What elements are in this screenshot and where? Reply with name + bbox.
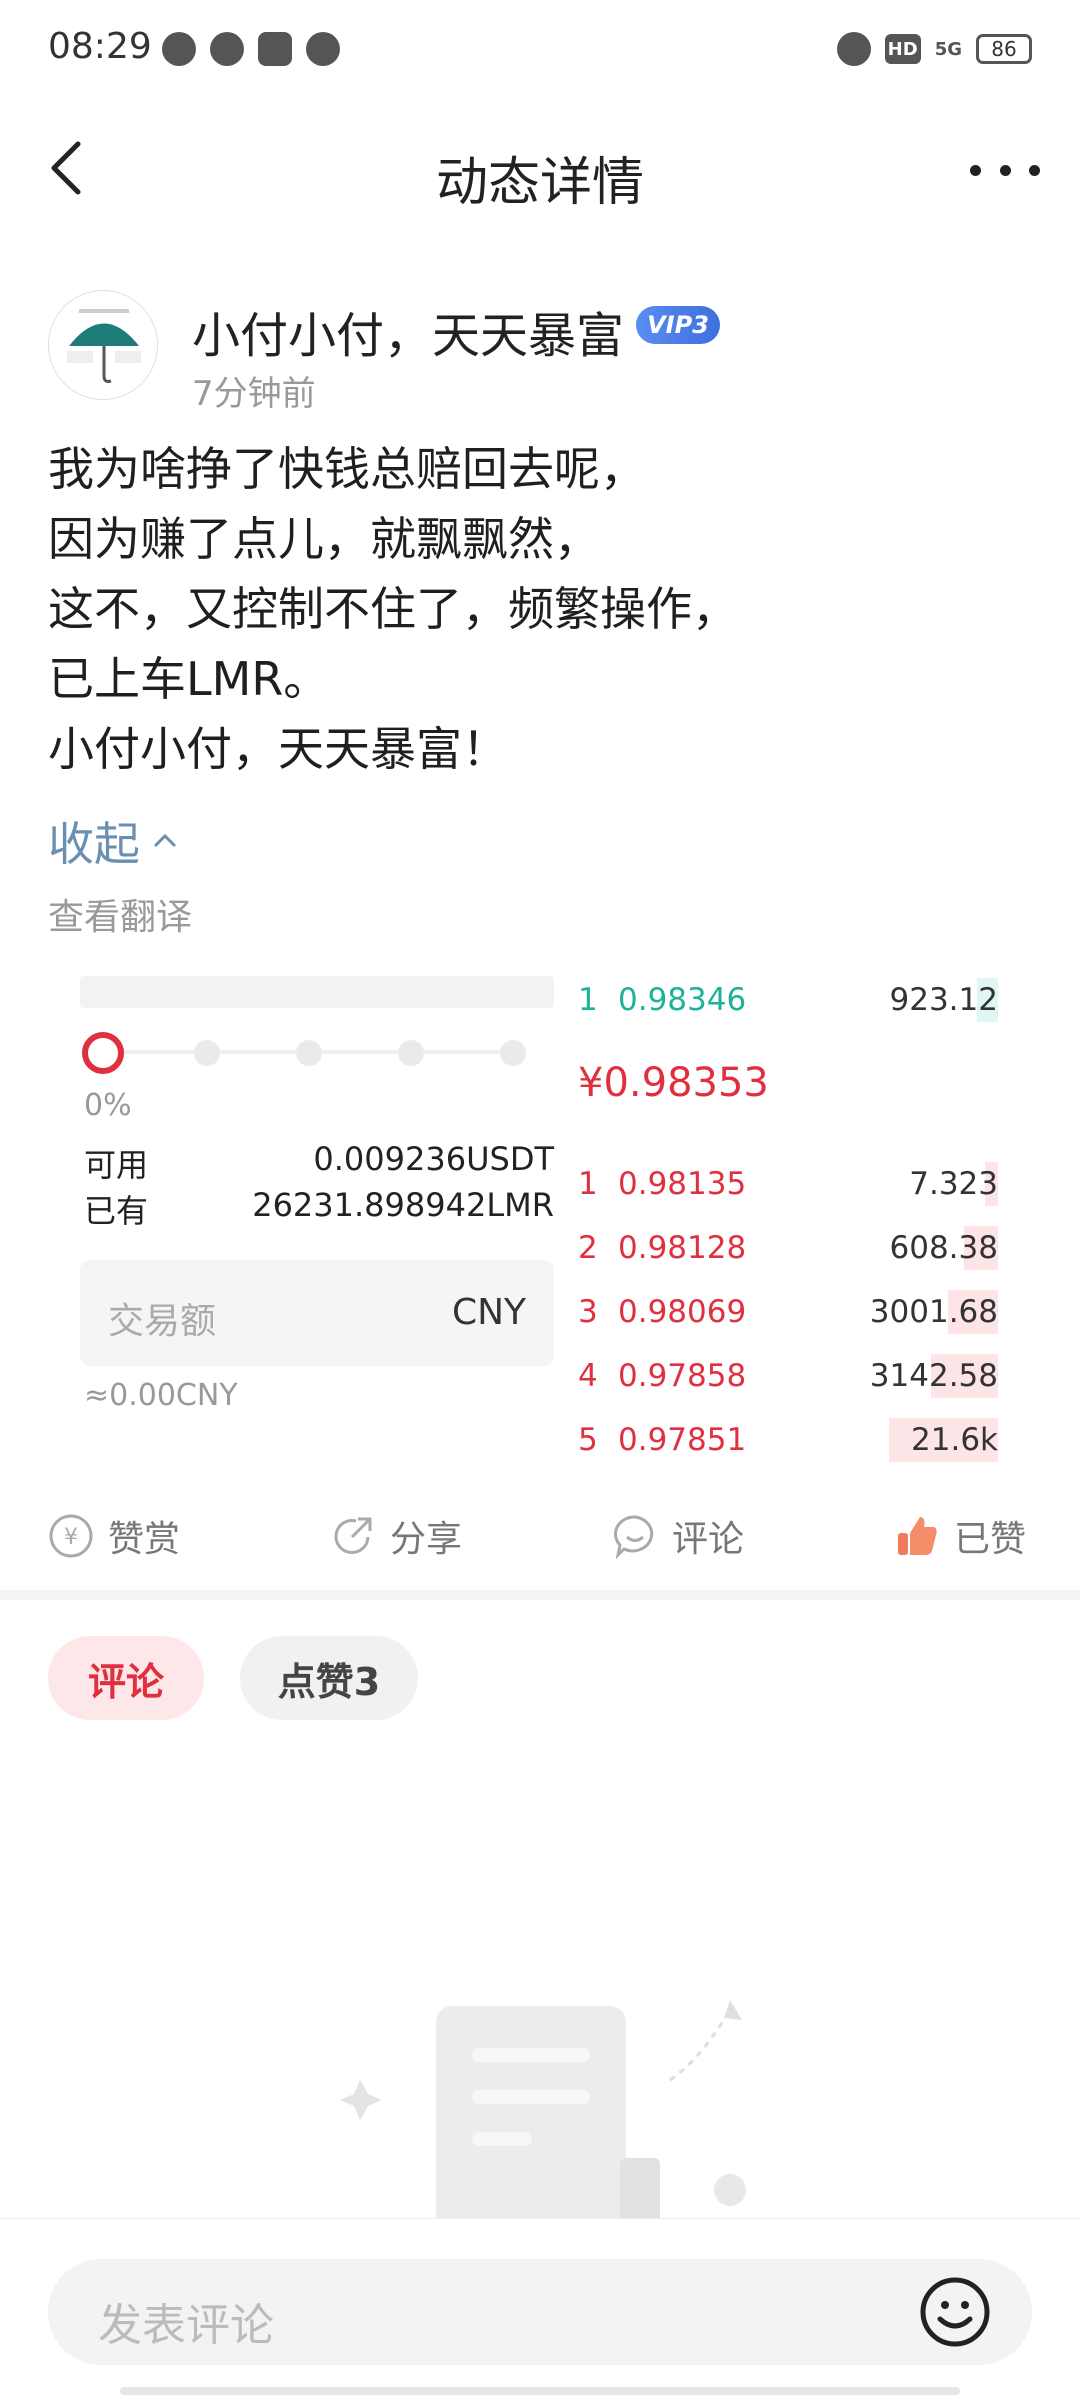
- trade-amount-placeholder: 交易额: [108, 1301, 217, 1342]
- trade-tabs-placeholder: [80, 976, 554, 1008]
- bid-qty: 608.38: [889, 1230, 998, 1266]
- available-value: 0.009236USDT: [313, 1140, 554, 1178]
- bid-price: 0.97851: [618, 1422, 747, 1458]
- slider-step[interactable]: [194, 1040, 220, 1066]
- comment-icon: [613, 1515, 654, 1559]
- order-book-bid-row[interactable]: 3 0.98069 3001.68: [578, 1290, 998, 1334]
- empty-state-illustration: [340, 2000, 746, 2220]
- alarm-icon: [836, 32, 871, 66]
- held-balance: 已有 26231.898942LMR: [84, 1186, 554, 1232]
- post-line: 这不，又控制不住了，频繁操作，: [48, 582, 738, 636]
- yen-coin-icon: ¥: [49, 1514, 93, 1558]
- order-book-bid-row[interactable]: 2 0.98128 608.38: [578, 1226, 998, 1270]
- collapse-button[interactable]: 收起: [48, 808, 180, 874]
- wechat-icon: [162, 32, 196, 66]
- signal-icon: 5G: [934, 38, 962, 60]
- tab-likes[interactable]: 点赞3: [240, 1636, 418, 1720]
- bid-qty: 3001.68: [869, 1294, 998, 1330]
- post-line: 已上车LMR。: [48, 652, 330, 706]
- post-line: 小付小付，天天暴富！: [48, 722, 508, 776]
- tab-comments[interactable]: 评论: [48, 1636, 204, 1720]
- slider-step[interactable]: [398, 1040, 424, 1066]
- slider-handle[interactable]: [82, 1032, 124, 1074]
- thumbs-up-icon: [898, 1517, 937, 1555]
- emoji-button[interactable]: [918, 2275, 992, 2349]
- status-time: 08:29: [48, 26, 152, 67]
- smiley-icon: [920, 2277, 990, 2347]
- bid-index: 3: [578, 1294, 598, 1330]
- system-icons: HD 5G 86: [836, 32, 1032, 66]
- compass-icon: [306, 32, 340, 66]
- collapse-label: 收起: [48, 817, 140, 871]
- home-indicator: [120, 2387, 960, 2395]
- post-content: 我为啥挣了快钱总赔回去呢， 因为赚了点儿，就飘飘然， 这不，又控制不住了，频繁操…: [48, 434, 1038, 784]
- app-notification-icon: [258, 32, 292, 66]
- post-line: 我为啥挣了快钱总赔回去呢，: [48, 442, 646, 496]
- held-value: 26231.898942LMR: [252, 1186, 554, 1224]
- bid-qty: 3142.58: [869, 1358, 998, 1394]
- liked-label: 已赞: [954, 1519, 1027, 1560]
- comment-label: 评论: [672, 1519, 745, 1560]
- ask-index: 1: [578, 982, 598, 1018]
- available-balance: 可用 0.009236USDT: [84, 1140, 554, 1186]
- like-button[interactable]: 已赞: [894, 1510, 1026, 1562]
- approx-value: ≈0.00CNY: [84, 1378, 238, 1413]
- bid-qty: 7.323: [909, 1166, 998, 1202]
- comment-input[interactable]: 发表评论: [48, 2259, 1032, 2365]
- bid-index: 1: [578, 1166, 598, 1202]
- battery-icon: 86: [976, 34, 1032, 64]
- slider-step[interactable]: [500, 1040, 526, 1066]
- message-icon: [210, 32, 244, 66]
- top-nav: 动态详情: [0, 120, 1080, 220]
- chevron-up-icon: [153, 833, 177, 848]
- order-book-ask-row[interactable]: 1 0.98346 923.12: [578, 978, 998, 1022]
- bid-price: 0.98135: [618, 1166, 747, 1202]
- held-label: 已有: [84, 1192, 149, 1230]
- last-price: ¥0.98353: [578, 1060, 769, 1106]
- order-book-bid-row[interactable]: 5 0.97851 21.6k: [578, 1418, 998, 1462]
- bid-index: 2: [578, 1230, 598, 1266]
- order-book-bid-row[interactable]: 4 0.97858 3142.58: [578, 1354, 998, 1398]
- share-button[interactable]: 分享: [330, 1510, 462, 1562]
- post-actions: ¥ 赞赏 分享 评论 已赞: [0, 1500, 1080, 1580]
- post-line: 因为赚了点儿，就飘飘然，: [48, 512, 600, 566]
- avatar[interactable]: [48, 290, 158, 400]
- more-button[interactable]: [970, 150, 1040, 190]
- svg-text:¥: ¥: [64, 1525, 78, 1550]
- vip-badge: VIP3: [636, 306, 720, 344]
- umbrella-avatar-icon: [49, 291, 157, 399]
- comment-placeholder: 发表评论: [98, 2300, 274, 2351]
- more-dots-icon: [970, 164, 981, 176]
- bid-price: 0.97858: [618, 1358, 747, 1394]
- hd-icon: HD: [884, 34, 921, 64]
- bid-price: 0.98128: [618, 1230, 747, 1266]
- notification-icons: [162, 32, 340, 66]
- currency-unit: CNY: [451, 1292, 526, 1333]
- reward-label: 赞赏: [108, 1519, 181, 1560]
- author-name[interactable]: 小付小付，天天暴富: [192, 296, 624, 366]
- share-label: 分享: [390, 1519, 463, 1560]
- ask-price: 0.98346: [618, 982, 747, 1018]
- page-title: 动态详情: [435, 153, 644, 213]
- ask-qty: 923.12: [889, 982, 998, 1018]
- slider-step[interactable]: [296, 1040, 322, 1066]
- trade-widget: 0% 可用 0.009236USDT 已有 26231.898942LMR 交易…: [48, 970, 1032, 1462]
- slider-percent: 0%: [84, 1088, 132, 1123]
- post-time: 7分钟前: [192, 374, 316, 414]
- bid-price: 0.98069: [618, 1294, 747, 1330]
- section-divider: [0, 1590, 1080, 1600]
- available-label: 可用: [84, 1146, 149, 1184]
- reward-button[interactable]: ¥ 赞赏: [48, 1510, 180, 1562]
- comment-button[interactable]: 评论: [612, 1510, 744, 1562]
- status-bar: 08:29 HD 5G 86: [0, 0, 1080, 100]
- bid-qty: 21.6k: [911, 1422, 998, 1458]
- translate-link[interactable]: 查看翻译: [48, 888, 192, 940]
- trade-amount-input[interactable]: 交易额 CNY: [80, 1260, 554, 1366]
- order-book-bid-row[interactable]: 1 0.98135 7.323: [578, 1162, 998, 1206]
- bid-index: 4: [578, 1358, 598, 1394]
- bottom-comment-bar: 发表评论: [0, 2218, 1080, 2400]
- share-icon: [334, 1517, 372, 1554]
- bid-index: 5: [578, 1422, 598, 1458]
